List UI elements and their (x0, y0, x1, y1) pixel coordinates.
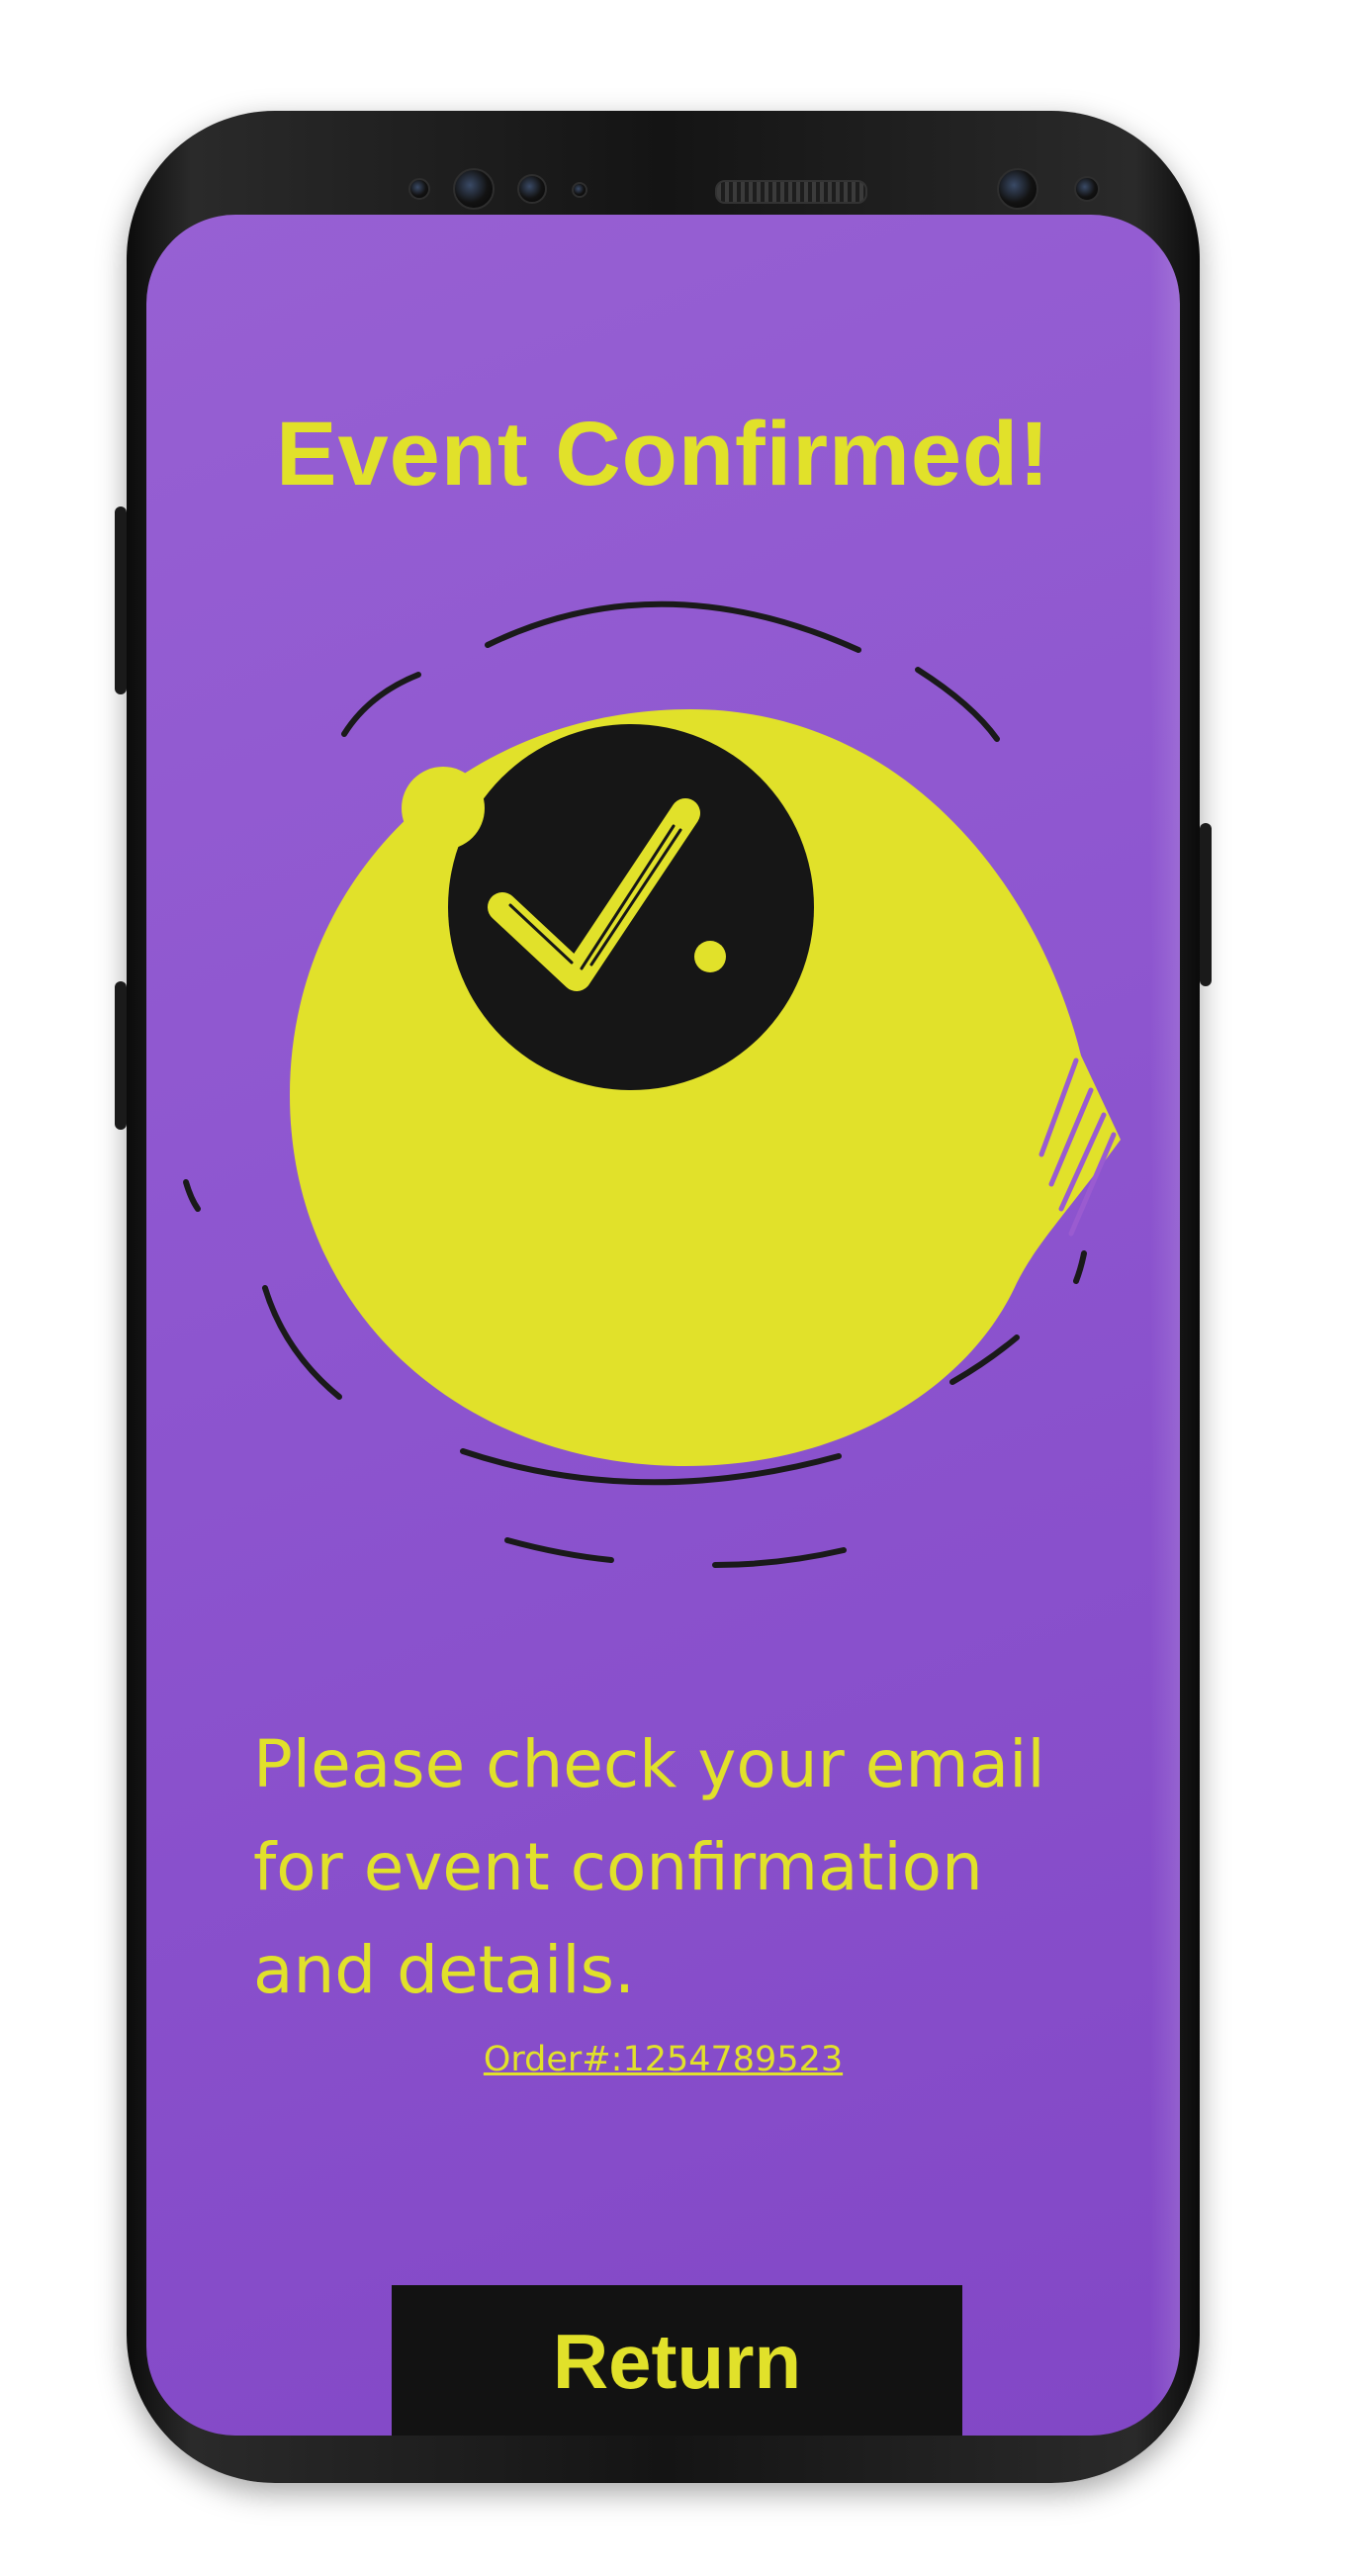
light-sensor-icon (572, 182, 587, 198)
bixby-button (115, 981, 127, 1130)
phone-frame: Event Confirmed! Please check your email… (115, 111, 1212, 2483)
proximity-sensor-icon (517, 174, 547, 204)
checkmark-circle-icon (183, 600, 1121, 1568)
volume-button (115, 506, 127, 694)
sensor-icon (408, 178, 430, 200)
screen-edge-highlight (1150, 215, 1180, 2436)
order-number-link[interactable]: Order#:1254789523 (146, 2040, 1180, 2079)
return-button[interactable]: Return (392, 2285, 962, 2436)
earpiece-speaker (715, 180, 867, 204)
app-screen: Event Confirmed! Please check your email… (146, 215, 1180, 2436)
page-title: Event Confirmed! (276, 404, 1050, 505)
power-button (1200, 823, 1212, 986)
iris-scanner-icon (1074, 176, 1100, 202)
iris-camera-icon (453, 168, 495, 210)
confirmation-message: Please check your email for event confir… (253, 1726, 1045, 2008)
front-camera-icon (997, 168, 1038, 210)
